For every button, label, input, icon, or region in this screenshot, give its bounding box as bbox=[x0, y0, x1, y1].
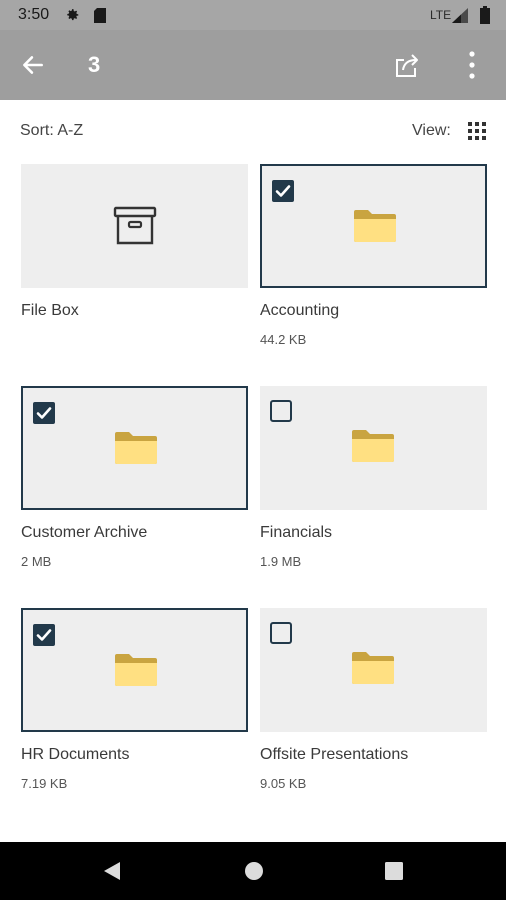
home-circle-icon[interactable] bbox=[244, 861, 264, 881]
item-size: 2 MB bbox=[21, 554, 52, 569]
item-size: 1.9 MB bbox=[260, 554, 302, 569]
status-time: 3:50 bbox=[18, 6, 50, 23]
network-type: LTE bbox=[430, 8, 452, 22]
grid-view-icon[interactable] bbox=[468, 122, 486, 140]
tile-thumbnail bbox=[260, 164, 487, 288]
item-name: Customer Archive bbox=[21, 524, 148, 541]
sd-card-icon bbox=[94, 8, 106, 23]
checkbox-checked[interactable] bbox=[33, 402, 55, 424]
recents-square-icon[interactable] bbox=[384, 861, 404, 881]
back-arrow-icon[interactable] bbox=[20, 52, 46, 78]
status-bar: 3:50 LTE bbox=[0, 0, 506, 30]
folder-icon bbox=[352, 430, 394, 462]
signal-icon bbox=[452, 8, 468, 23]
tile-thumbnail bbox=[260, 386, 487, 510]
checkbox-checked[interactable] bbox=[33, 624, 55, 646]
folder-icon bbox=[354, 210, 396, 242]
folder-tile-hr-documents[interactable]: HR Documents 7.19 KB bbox=[21, 608, 248, 791]
app-bar: 3 bbox=[0, 30, 506, 100]
folder-tile-customer-archive[interactable]: Customer Archive 2 MB bbox=[21, 386, 248, 569]
item-size: 9.05 KB bbox=[260, 776, 307, 791]
item-name: Financials bbox=[260, 524, 333, 541]
archive-box-icon bbox=[113, 206, 157, 245]
tile-thumbnail bbox=[21, 164, 248, 288]
item-size: 7.19 KB bbox=[21, 776, 68, 791]
selected-count: 3 bbox=[88, 52, 101, 77]
sort-selector[interactable]: Sort: A-Z bbox=[20, 122, 83, 140]
settings-icon bbox=[67, 9, 79, 21]
item-name: HR Documents bbox=[21, 746, 130, 763]
item-name: Offsite Presentations bbox=[260, 746, 409, 763]
checkbox-unchecked[interactable] bbox=[270, 622, 292, 644]
item-name: File Box bbox=[21, 302, 79, 319]
item-name: Accounting bbox=[260, 302, 340, 319]
view-label: View: bbox=[412, 122, 451, 139]
more-vert-icon[interactable] bbox=[462, 48, 482, 82]
file-box-tile[interactable]: File Box bbox=[21, 164, 248, 319]
folder-icon bbox=[352, 652, 394, 684]
battery-icon bbox=[480, 6, 490, 24]
tile-thumbnail bbox=[260, 608, 487, 732]
system-nav-bar bbox=[0, 842, 506, 900]
folder-tile-financials[interactable]: Financials 1.9 MB bbox=[260, 386, 487, 569]
folder-tile-accounting[interactable]: Accounting 44.2 KB bbox=[260, 164, 487, 347]
tile-thumbnail bbox=[21, 386, 248, 510]
checkbox-unchecked[interactable] bbox=[270, 400, 292, 422]
folder-icon bbox=[115, 432, 157, 464]
checkbox-checked[interactable] bbox=[272, 180, 294, 202]
item-size: 44.2 KB bbox=[260, 332, 307, 347]
share-icon[interactable] bbox=[392, 50, 422, 80]
folder-icon bbox=[115, 654, 157, 686]
tile-thumbnail bbox=[21, 608, 248, 732]
back-triangle-icon[interactable] bbox=[102, 861, 122, 881]
folder-tile-offsite-presentations[interactable]: Offsite Presentations 9.05 KB bbox=[260, 608, 487, 791]
sort-view-bar: Sort: A-Z View: bbox=[0, 100, 506, 160]
